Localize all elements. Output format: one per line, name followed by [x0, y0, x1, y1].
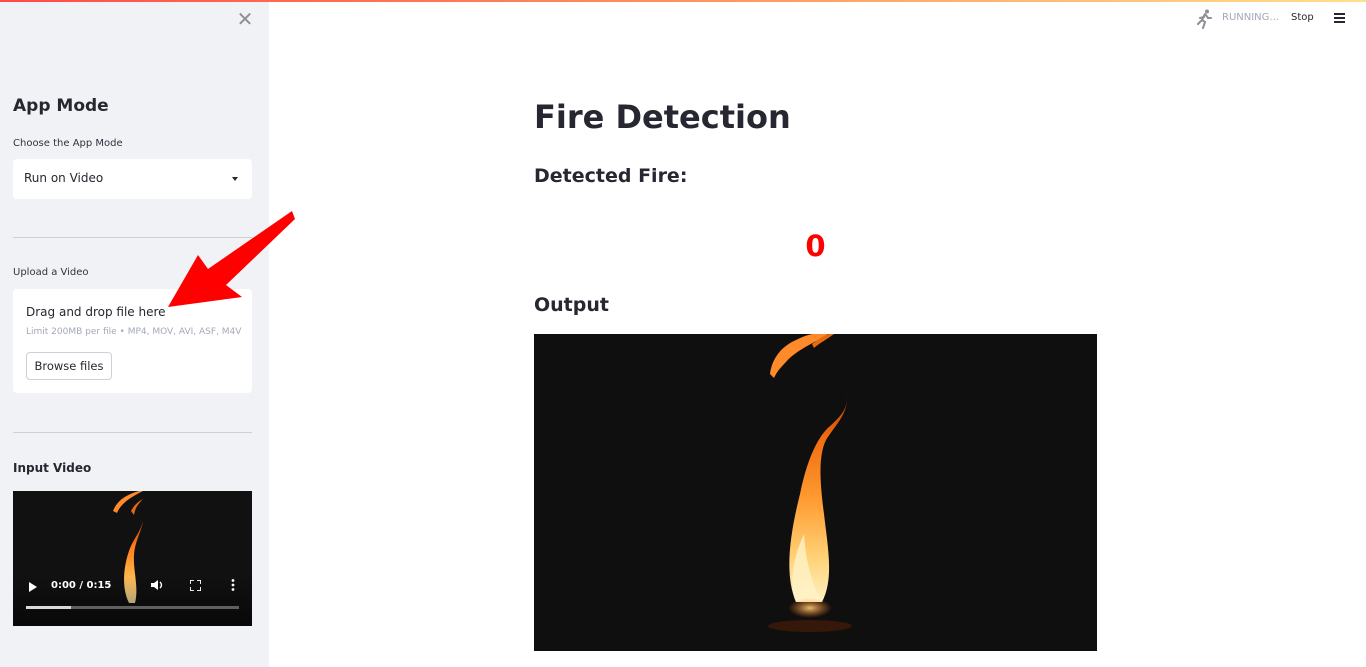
mode-label: Choose the App Mode: [13, 138, 123, 149]
input-video-player[interactable]: 0:00 / 0:15: [13, 491, 252, 626]
chevron-down-icon: [232, 177, 238, 181]
status-text: RUNNING...: [1222, 12, 1279, 23]
upload-limit-text: Limit 200MB per file • MP4, MOV, AVI, AS…: [26, 327, 242, 337]
play-icon[interactable]: [29, 582, 37, 592]
video-progress-fill: [26, 606, 71, 609]
drop-text: Drag and drop file here: [26, 305, 166, 319]
divider: [13, 432, 252, 433]
close-icon[interactable]: ✕: [236, 9, 254, 29]
upload-label: Upload a Video: [13, 267, 89, 278]
top-decoration-bar: [0, 0, 1366, 2]
video-progress-bar[interactable]: [26, 606, 239, 609]
video-controls: [13, 576, 252, 626]
app-mode-select[interactable]: Run on Video: [13, 159, 252, 199]
detected-fire-heading: Detected Fire:: [534, 165, 688, 187]
video-time: 0:00 / 0:15: [51, 580, 112, 591]
hamburger-icon[interactable]: [1334, 13, 1345, 23]
detected-fire-count: 0: [805, 229, 826, 263]
output-video-frame: [534, 334, 1097, 651]
app-mode-value: Run on Video: [24, 171, 104, 185]
output-heading: Output: [534, 294, 609, 316]
input-video-title: Input Video: [13, 461, 92, 475]
running-man-icon: [1197, 9, 1212, 29]
annotation-arrow-icon: [168, 211, 295, 307]
sidebar-title: App Mode: [13, 96, 109, 116]
browse-files-button[interactable]: Browse files: [26, 352, 112, 380]
page-title: Fire Detection: [534, 98, 791, 136]
fullscreen-icon[interactable]: [190, 580, 201, 591]
more-options-icon[interactable]: [231, 579, 235, 591]
sidebar: ✕ App Mode Choose the App Mode Run on Vi…: [0, 0, 269, 667]
stop-button[interactable]: Stop: [1291, 12, 1314, 23]
volume-icon[interactable]: [150, 578, 164, 592]
